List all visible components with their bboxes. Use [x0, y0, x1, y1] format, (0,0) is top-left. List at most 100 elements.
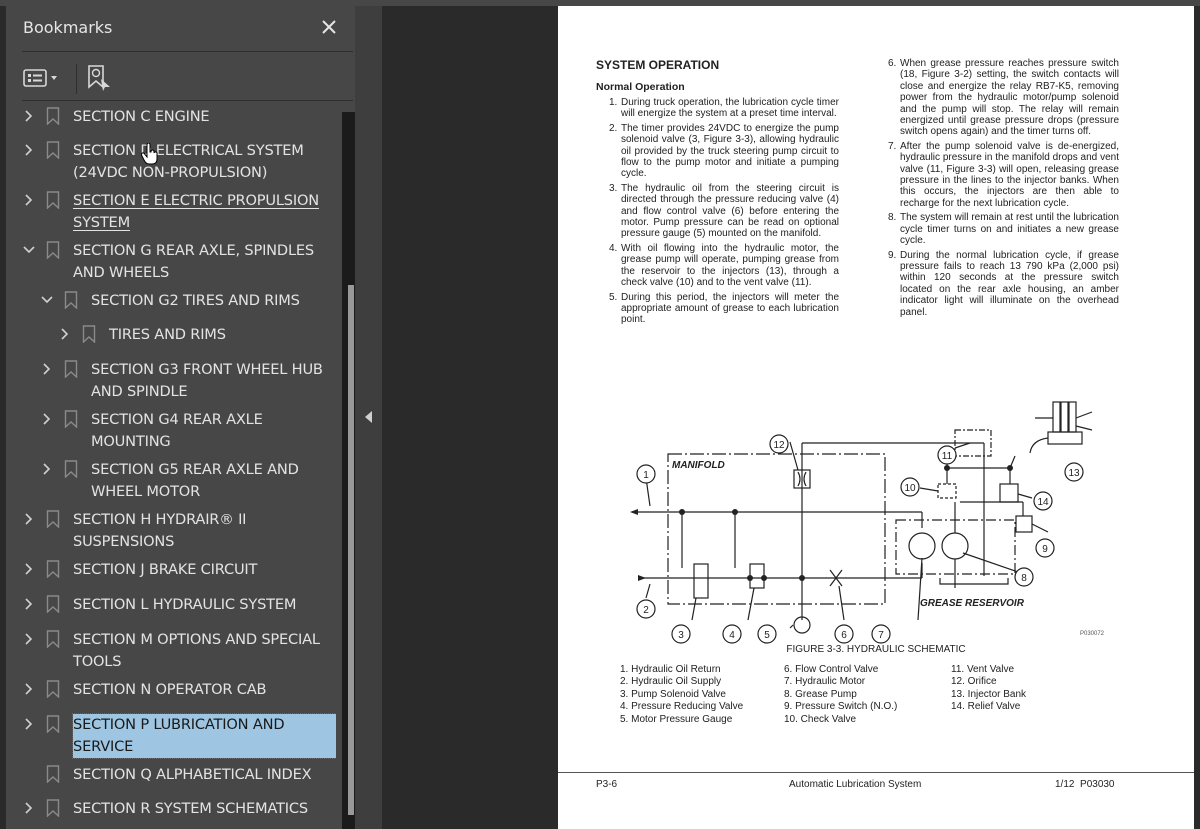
options-menu-button[interactable]	[22, 64, 62, 92]
hydraulic-schematic: MANIFOLD GREASE RESERVOIR 123 4 5 6 78910111…	[630, 401, 1093, 644]
divider	[22, 100, 353, 101]
chevron-right-icon[interactable]	[22, 143, 36, 157]
step-item: 8. The system will remain at rest until t…	[888, 212, 1119, 246]
find-current-bookmark-button[interactable]	[86, 63, 114, 93]
step-item: 4. With oil flowing into the hydraulic mo…	[609, 243, 839, 289]
bookmark-icon	[64, 291, 78, 309]
callout-number: 12	[773, 440, 785, 451]
chevron-down-icon[interactable]	[22, 243, 36, 257]
figure-code: P030072	[1080, 631, 1105, 637]
chevron-right-icon[interactable]	[22, 193, 36, 207]
callout-number: 6	[841, 630, 847, 641]
scrollbar-thumb[interactable]	[348, 285, 354, 815]
close-icon	[322, 20, 336, 34]
bookmark-label: SECTION E ELECTRIC PROPULSION SYSTEM	[73, 192, 319, 231]
bookmark-label: SECTION N OPERATOR CAB	[73, 681, 267, 698]
chevron-right-icon[interactable]	[22, 801, 36, 815]
legend-item: 2. Hydraulic Oil Supply	[620, 676, 722, 688]
bookmark-label: SECTION L HYDRAULIC SYSTEM	[73, 596, 297, 613]
injector-bank-symbol	[1029, 401, 1093, 454]
subsection-heading: Normal Operation	[596, 81, 685, 93]
section-heading: SYSTEM OPERATION	[596, 58, 720, 72]
callout-number: 8	[1021, 573, 1027, 584]
bookmark-icon	[64, 460, 78, 478]
legend-item: 7. Hydraulic Motor	[784, 676, 866, 688]
chevron-right-icon[interactable]	[22, 682, 36, 696]
chevron-right-icon[interactable]	[22, 512, 36, 526]
divider	[22, 51, 353, 52]
step-text: During the normal lubrication cycle, if …	[900, 249, 1119, 318]
footer-rule	[558, 772, 1194, 773]
bookmark-icon	[46, 141, 60, 159]
step-number: 1.	[609, 97, 618, 108]
bookmark-label: SECTION G REAR AXLE, SPINDLES AND WHEELS	[73, 242, 314, 281]
chevron-right-icon[interactable]	[22, 717, 36, 731]
text-column-right: 6. When grease pressure reaches pressure …	[888, 58, 1119, 321]
collapse-panel-button[interactable]	[355, 6, 382, 829]
bookmark-label: SECTION G3 FRONT WHEEL HUB AND SPINDLE	[91, 361, 323, 400]
callout-number: 4	[729, 630, 735, 641]
toolbar-separator	[76, 64, 77, 94]
chevron-right-icon[interactable]	[40, 462, 54, 476]
close-panel-button[interactable]	[318, 16, 340, 38]
bookmark-label: SECTION Q ALPHABETICAL INDEX	[73, 766, 312, 783]
bookmark-icon	[46, 630, 60, 648]
grease-pump-symbol	[941, 532, 969, 560]
bookmark-label: SECTION P LUBRICATION AND SERVICE	[72, 713, 336, 759]
legend-item: 5. Motor Pressure Gauge	[620, 713, 733, 725]
bookmark-icon	[64, 360, 78, 378]
bookmark-icon	[46, 107, 60, 125]
figure-caption: FIGURE 3-3. HYDRAULIC SCHEMATIC	[786, 644, 966, 655]
reservoir-label: GREASE RESERVOIR	[920, 598, 1025, 609]
bookmark-icon	[46, 510, 60, 528]
legend-item: 12. Orifice	[951, 676, 997, 688]
legend-item: 6. Flow Control Valve	[784, 664, 879, 675]
bookmark-icon	[46, 595, 60, 613]
footer-title: Automatic Lubrication System	[789, 779, 922, 790]
callout-number: 11	[942, 451, 953, 462]
bookmarks-panel: Bookmarks SECTION C ENGINE SECTION D ELEC…	[6, 6, 361, 829]
list-options-icon	[23, 69, 57, 87]
legend-item: 8. Grease Pump	[784, 688, 857, 700]
check-valve-symbol	[937, 483, 957, 499]
legend-column-3: 11. Vent Valve 12. Orifice 13. Injector Ba…	[951, 664, 1026, 714]
callout-number: 2	[643, 605, 649, 616]
bookmark-label: SECTION C ENGINE	[73, 108, 210, 125]
step-item: 5. During this period, the injectors will…	[609, 292, 839, 326]
step-text: The system will remain at rest until the…	[900, 212, 1119, 247]
step-text: During truck operation, the lubrication …	[621, 97, 839, 120]
hydraulic-motor-symbol	[908, 532, 936, 560]
chevron-right-icon[interactable]	[22, 109, 36, 123]
manifold-box	[667, 453, 886, 605]
legend-item: 9. Pressure Switch (N.O.)	[784, 701, 898, 713]
step-number: 8.	[888, 212, 897, 224]
step-number: 7.	[888, 140, 897, 152]
step-text: After the pump solenoid valve is de-ener…	[900, 140, 1119, 209]
step-number: 6.	[888, 58, 897, 69]
bookmark-icon	[46, 715, 60, 733]
hand-cursor-icon	[141, 143, 158, 165]
chevron-right-icon[interactable]	[40, 412, 54, 426]
find-bookmark-icon	[88, 65, 110, 91]
legend-item: 10. Check Valve	[784, 713, 857, 725]
callout-number: 5	[764, 630, 770, 641]
panel-title: Bookmarks	[23, 18, 113, 37]
chevron-down-icon[interactable]	[40, 293, 54, 307]
bookmark-label: SECTION G4 REAR AXLE MOUNTING	[91, 411, 263, 450]
bookmark-label: SECTION G2 TIRES AND RIMS	[91, 292, 300, 309]
chevron-right-icon[interactable]	[22, 597, 36, 611]
step-number: 9.	[888, 249, 897, 261]
chevron-right-icon[interactable]	[40, 362, 54, 376]
text-column-left: 1. During truck operation, the lubricatio…	[609, 97, 839, 329]
bookmark-icon	[46, 680, 60, 698]
chevron-right-icon[interactable]	[58, 327, 72, 341]
step-number: 2.	[609, 122, 618, 134]
chevron-right-icon[interactable]	[22, 562, 36, 576]
step-text: During this period, the injectors will m…	[621, 291, 839, 326]
collapse-left-icon	[365, 411, 372, 423]
step-item: 7. After the pump solenoid valve is de-en…	[888, 141, 1119, 209]
bookmark-label: SECTION H HYDRAIR® II SUSPENSIONS	[73, 511, 247, 550]
pressure-switch-symbol	[1015, 515, 1033, 533]
footer-page-number: P3-6	[596, 779, 618, 790]
chevron-right-icon[interactable]	[22, 632, 36, 646]
